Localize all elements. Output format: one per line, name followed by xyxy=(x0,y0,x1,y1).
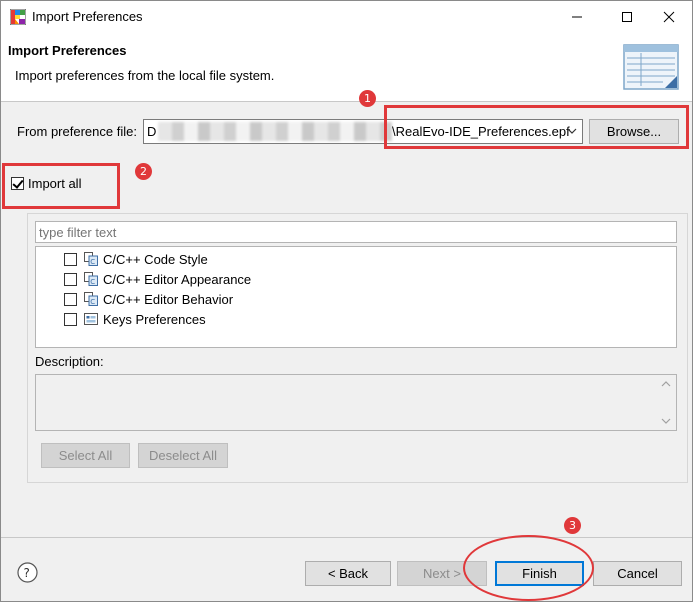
description-label: Description: xyxy=(35,354,104,369)
deselect-all-button[interactable]: Deselect All xyxy=(138,443,228,468)
import-preferences-dialog: Import Preferences Import Preferences Im… xyxy=(0,0,693,602)
preference-page-icon: C xyxy=(84,252,98,266)
filter-input[interactable] xyxy=(35,221,677,243)
annotation-box-import-all xyxy=(2,163,120,209)
help-icon[interactable]: ? xyxy=(17,562,38,583)
annotation-circle-finish xyxy=(463,535,594,601)
footer-divider xyxy=(1,537,692,538)
close-icon xyxy=(663,11,675,22)
svg-text:C: C xyxy=(90,258,95,266)
import-wizard-banner-icon xyxy=(623,44,679,90)
tree-item[interactable]: C C/C++ Editor Appearance xyxy=(64,270,251,288)
tree-item[interactable]: C C/C++ Code Style xyxy=(64,250,208,268)
description-box xyxy=(35,374,677,431)
preference-file-label: From preference file: xyxy=(17,124,137,139)
annotation-box-file xyxy=(384,105,689,149)
select-all-button[interactable]: Select All xyxy=(41,443,130,468)
app-logo-icon xyxy=(10,9,26,25)
tree-item[interactable]: C C/C++ Editor Behavior xyxy=(64,290,233,308)
tree-item-checkbox[interactable] xyxy=(64,252,77,266)
keys-page-icon xyxy=(84,313,98,325)
svg-text:C: C xyxy=(90,298,95,306)
scrollbar-arrows-icon[interactable] xyxy=(658,377,674,428)
tree-item-checkbox[interactable] xyxy=(64,272,77,286)
preference-page-icon: C xyxy=(84,272,98,286)
annotation-badge: 2 xyxy=(135,163,152,180)
page-title: Import Preferences xyxy=(8,43,127,58)
annotation-badge: 3 xyxy=(564,517,581,534)
tree-item-checkbox[interactable] xyxy=(64,292,77,306)
maximize-icon xyxy=(622,11,632,22)
file-path-prefix: D xyxy=(147,124,157,139)
close-button[interactable] xyxy=(646,1,692,32)
tree-item-checkbox[interactable] xyxy=(64,312,77,326)
tree-item-label: C/C++ Editor Behavior xyxy=(103,291,234,307)
redacted-path xyxy=(158,122,392,141)
minimize-button[interactable] xyxy=(554,1,600,32)
tree-item-label: C/C++ Code Style xyxy=(103,251,208,267)
page-description: Import preferences from the local file s… xyxy=(15,68,275,83)
back-button[interactable]: < Back xyxy=(305,561,391,586)
svg-text:?: ? xyxy=(24,566,30,580)
title-bar: Import Preferences xyxy=(1,1,692,32)
preferences-tree: C C/C++ Code Style C C/C++ Editor Appear… xyxy=(35,246,677,348)
cancel-button[interactable]: Cancel xyxy=(593,561,682,586)
minimize-icon xyxy=(572,16,582,17)
window-title: Import Preferences xyxy=(32,9,143,24)
dialog-header: Import Preferences Import preferences fr… xyxy=(1,32,692,102)
tree-item[interactable]: Keys Preferences xyxy=(64,310,206,328)
preference-page-icon: C xyxy=(84,292,98,306)
maximize-button[interactable] xyxy=(604,1,650,32)
tree-item-label: Keys Preferences xyxy=(103,311,206,327)
tree-item-label: C/C++ Editor Appearance xyxy=(103,271,252,287)
svg-text:C: C xyxy=(90,278,95,286)
annotation-badge: 1 xyxy=(359,90,376,107)
